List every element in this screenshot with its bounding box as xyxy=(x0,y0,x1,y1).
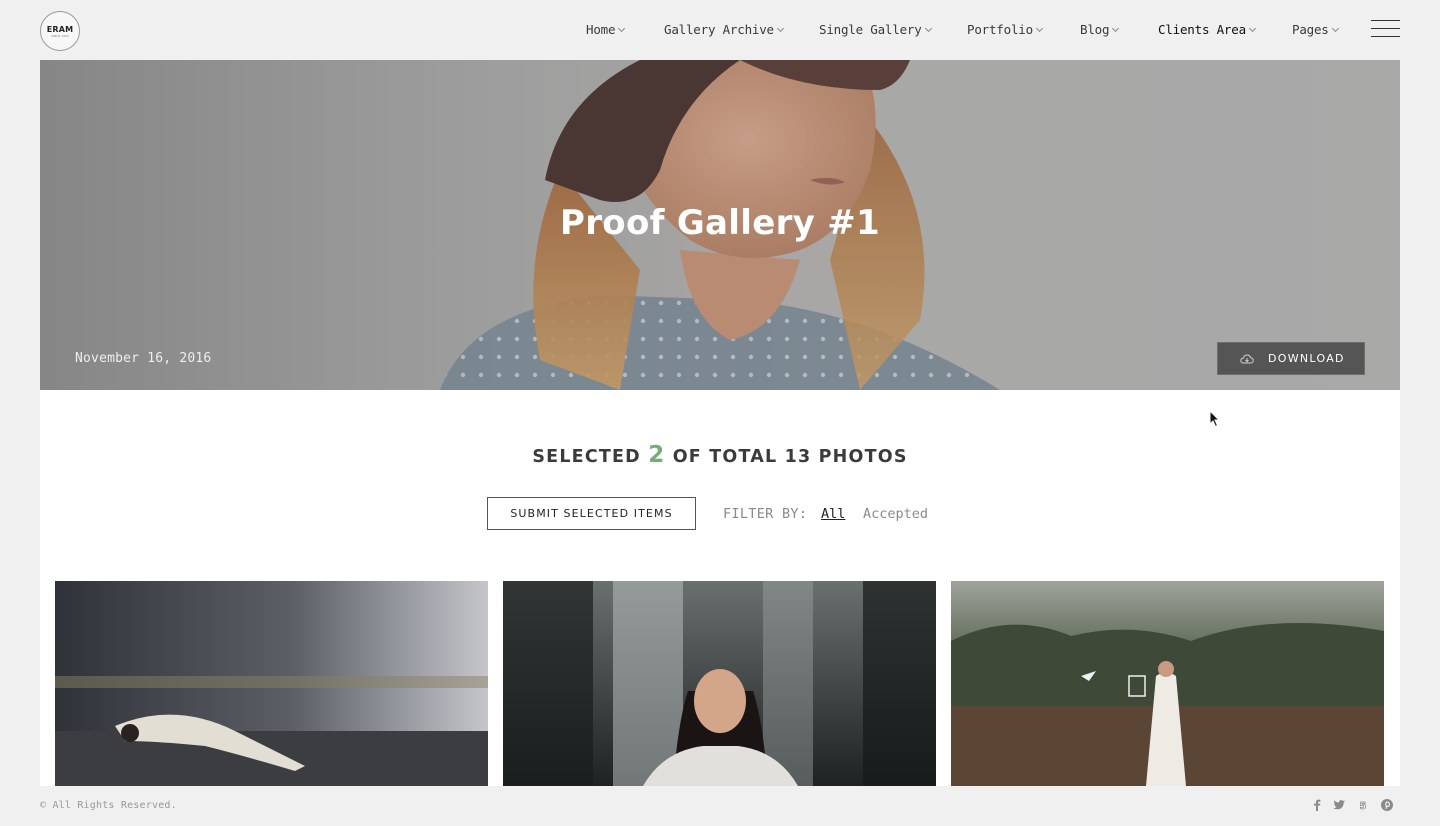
filter-option-accepted[interactable]: Accepted xyxy=(863,506,928,522)
site-logo[interactable]: ERAM SINCE 1990 xyxy=(40,11,80,51)
submit-selected-button[interactable]: SUBMIT SELECTED ITEMS xyxy=(487,497,696,530)
nav-item-pages[interactable]: Pages xyxy=(1292,22,1339,37)
gallery-photo[interactable] xyxy=(55,581,488,786)
photo-waterfall-woman xyxy=(503,581,936,786)
gallery-title: Proof Gallery #1 xyxy=(560,203,880,243)
logo-wordmark: ERAM xyxy=(46,25,74,34)
download-button[interactable]: DOWNLOAD xyxy=(1217,342,1365,375)
nav-item-portfolio[interactable]: Portfolio xyxy=(967,22,1043,37)
nav-item-label: Single Gallery xyxy=(819,22,922,37)
filter-option-all[interactable]: All xyxy=(821,506,845,522)
cloud-download-icon xyxy=(1240,354,1254,364)
mouse-cursor-icon xyxy=(1209,410,1221,428)
chevron-down-icon xyxy=(618,24,626,33)
download-button-label: DOWNLOAD xyxy=(1268,352,1345,365)
chevron-down-icon xyxy=(1248,24,1256,33)
500px-icon[interactable]: 5 xyxy=(1356,798,1370,812)
gallery-photo[interactable] xyxy=(951,581,1384,786)
logo-tagline: SINCE 1990 xyxy=(51,34,69,38)
nav-item-single-gallery[interactable]: Single Gallery xyxy=(819,22,932,37)
nav-item-clients-area[interactable]: Clients Area xyxy=(1158,22,1256,37)
gallery-photo[interactable] xyxy=(503,581,936,786)
chevron-down-icon xyxy=(1035,24,1043,33)
gallery-date: November 16, 2016 xyxy=(75,351,212,366)
twitter-icon[interactable] xyxy=(1332,798,1346,812)
hamburger-menu-icon[interactable] xyxy=(1371,20,1400,38)
site-header: ERAM SINCE 1990 Home Gallery Archive Sin… xyxy=(0,0,1440,60)
selection-summary: SELECTED 2 OF TOTAL 13 PHOTOS xyxy=(40,442,1400,468)
photo-levitating-woman xyxy=(55,581,488,786)
nav-item-label: Portfolio xyxy=(967,22,1033,37)
chevron-down-icon xyxy=(776,24,784,33)
filter-label: FILTER BY: xyxy=(723,506,808,522)
nav-item-label: Pages xyxy=(1292,22,1329,37)
nav-item-label: Home xyxy=(586,22,616,37)
photo-forest-birdcage xyxy=(951,581,1384,786)
chevron-down-icon xyxy=(1112,24,1120,33)
chevron-down-icon xyxy=(1331,24,1339,33)
gallery-content: Proof Gallery #1 November 16, 2016 DOWNL… xyxy=(40,60,1400,786)
svg-text:5: 5 xyxy=(1360,801,1367,812)
selection-suffix: OF TOTAL 13 PHOTOS xyxy=(672,447,908,467)
nav-item-label: Gallery Archive xyxy=(664,22,774,37)
footer-copyright: © All Rights Reserved. xyxy=(40,800,177,811)
chevron-down-icon xyxy=(924,24,932,33)
nav-item-gallery-archive[interactable]: Gallery Archive xyxy=(664,22,784,37)
hero-banner: Proof Gallery #1 November 16, 2016 DOWNL… xyxy=(40,60,1400,390)
selected-count: 2 xyxy=(648,442,666,468)
nav-item-label: Clients Area xyxy=(1158,22,1246,37)
nav-item-blog[interactable]: Blog xyxy=(1080,22,1120,37)
nav-item-home[interactable]: Home xyxy=(586,22,626,37)
pinterest-icon[interactable] xyxy=(1380,798,1394,812)
facebook-icon[interactable] xyxy=(1310,798,1324,812)
nav-item-label: Blog xyxy=(1080,22,1110,37)
selection-prefix: SELECTED xyxy=(532,447,641,467)
